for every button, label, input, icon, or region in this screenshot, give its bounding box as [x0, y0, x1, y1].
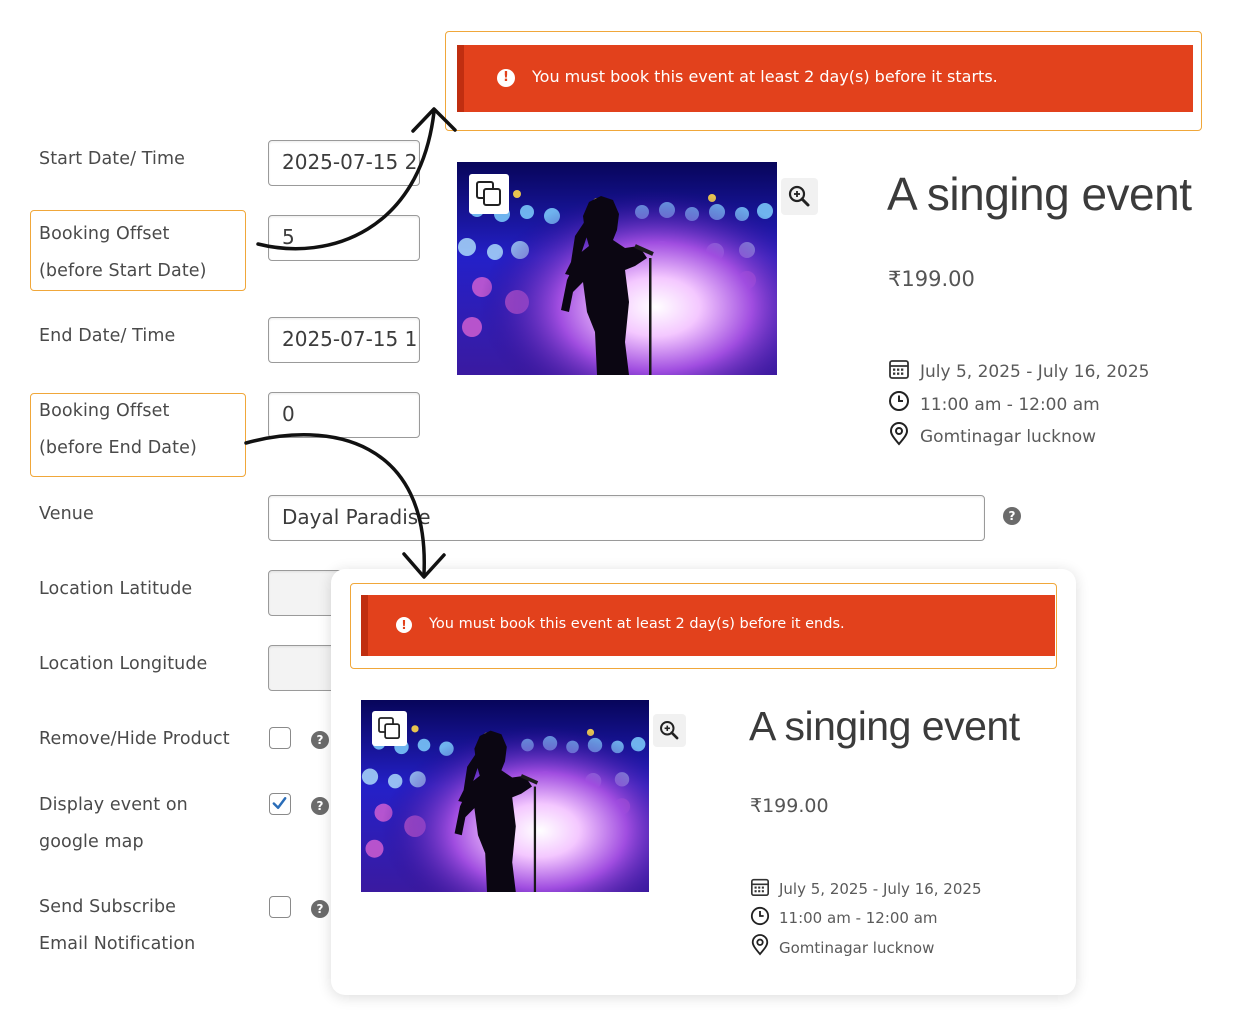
venue-help-icon[interactable]: ? — [1003, 507, 1021, 525]
map-pin-icon — [751, 934, 769, 956]
exclamation-circle-icon: ! — [396, 617, 412, 633]
display-google-map-help-icon[interactable]: ? — [311, 797, 329, 815]
event-price: ₹199.00 — [750, 795, 829, 817]
label-booking-offset-start: Booking Offset (before Start Date) — [39, 224, 207, 281]
booking-offset-end-input[interactable]: 0 — [268, 392, 420, 438]
label-booking-offset-end: Booking Offset (before End Date) — [39, 401, 197, 458]
end-alert-highlight: ! You must book this event at least 2 da… — [350, 583, 1057, 669]
label-start-date-time: Start Date/ Time — [39, 149, 186, 169]
event-dates: July 5, 2025 - July 16, 2025 — [779, 880, 982, 898]
exclamation-circle-icon: ! — [497, 69, 515, 87]
event-image — [361, 700, 649, 892]
end-error-notice: ! You must book this event at least 2 da… — [361, 595, 1055, 656]
start-error-message: You must book this event at least 2 day(… — [532, 67, 998, 86]
venue-input[interactable]: Dayal Paradise — [268, 495, 985, 541]
copy-icon[interactable] — [372, 711, 407, 746]
event-dates: July 5, 2025 - July 16, 2025 — [920, 362, 1150, 382]
label-location-latitude: Location Latitude — [39, 579, 193, 599]
label-end-date-time: End Date/ Time — [39, 326, 176, 346]
start-date-time-input[interactable]: 2025-07-15 2: — [268, 140, 420, 186]
clock-icon — [889, 391, 909, 411]
booking-offset-start-input[interactable]: 5 — [268, 215, 420, 261]
send-subscribe-email-checkbox[interactable] — [269, 896, 291, 918]
copy-icon[interactable] — [469, 174, 509, 214]
event-location: Gomtinagar lucknow — [920, 427, 1097, 447]
event-image — [457, 162, 777, 375]
label-remove-hide-product: Remove/Hide Product — [39, 729, 230, 749]
label-venue: Venue — [39, 504, 94, 524]
start-alert-highlight: ! You must book this event at least 2 da… — [445, 31, 1202, 131]
end-preview-card: ! You must book this event at least 2 da… — [331, 569, 1076, 995]
event-title: A singing event — [887, 168, 1192, 220]
map-pin-icon — [889, 422, 909, 446]
zoom-in-icon[interactable] — [653, 714, 686, 747]
end-date-time-input[interactable]: 2025-07-15 11 — [268, 317, 420, 363]
end-error-message: You must book this event at least 2 day(… — [429, 616, 845, 632]
event-price: ₹199.00 — [888, 267, 975, 291]
calendar-icon — [889, 360, 909, 379]
zoom-in-icon[interactable] — [781, 178, 818, 215]
event-time: 11:00 am - 12:00 am — [779, 909, 938, 927]
label-location-longitude: Location Longitude — [39, 654, 208, 674]
send-subscribe-email-help-icon[interactable]: ? — [311, 900, 329, 918]
calendar-icon — [751, 878, 769, 896]
start-error-notice: ! You must book this event at least 2 da… — [457, 45, 1193, 112]
remove-hide-help-icon[interactable]: ? — [311, 731, 329, 749]
display-google-map-checkbox[interactable] — [269, 793, 291, 815]
event-location: Gomtinagar lucknow — [779, 939, 935, 957]
label-send-subscribe-email: Send Subscribe Email Notification — [39, 897, 196, 954]
remove-hide-product-checkbox[interactable] — [269, 727, 291, 749]
label-display-google-map: Display event on google map — [39, 795, 188, 852]
checkmark-icon — [272, 797, 287, 810]
event-time: 11:00 am - 12:00 am — [920, 395, 1100, 415]
clock-icon — [750, 906, 770, 926]
event-title: A singing event — [749, 703, 1020, 749]
